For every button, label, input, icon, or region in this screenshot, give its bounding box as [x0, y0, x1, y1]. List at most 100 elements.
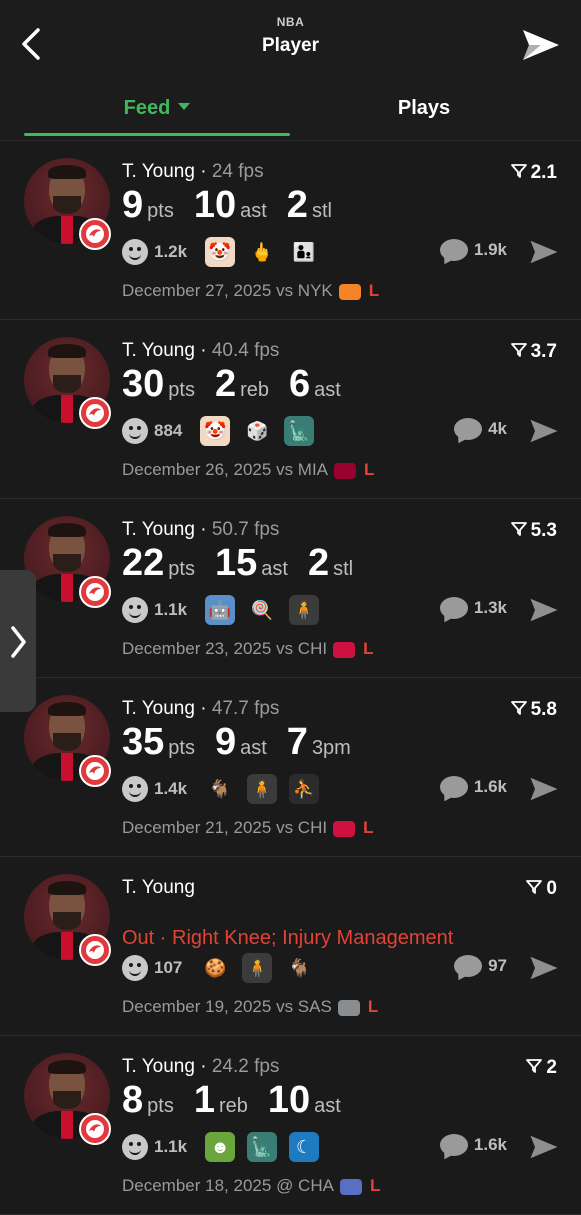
comment-icon — [454, 955, 483, 977]
stat-value: 2 — [214, 363, 237, 405]
comment-icon — [439, 239, 468, 261]
funnel-icon — [510, 701, 527, 715]
game-date: December 19, 2025 — [122, 997, 272, 1016]
player-name[interactable]: T. Young — [122, 519, 195, 540]
score-value: 5.8 — [530, 699, 557, 720]
score-badge: 2.1 — [510, 162, 557, 184]
funnel-icon — [510, 522, 527, 536]
shrek-emoji[interactable]: ☻ — [205, 1132, 236, 1162]
share-button[interactable] — [521, 28, 561, 62]
stat-line: 22 pts 15 ast 2 stl — [122, 542, 373, 585]
hawks-logo — [79, 397, 111, 429]
stat-label: ast — [314, 1095, 341, 1117]
funnel-icon — [510, 164, 527, 178]
tab-plays[interactable]: Plays — [291, 78, 557, 138]
side-drawer-handle[interactable] — [0, 570, 36, 712]
react-icon[interactable] — [122, 418, 148, 444]
stat-label: pts — [147, 200, 174, 222]
tab-active-indicator — [24, 133, 290, 136]
statue-of-liberty-emoji[interactable]: 🗽 — [247, 1132, 278, 1162]
player-line: T. Young · 24 fps — [122, 161, 264, 182]
cookie-emoji[interactable]: 🍪 — [200, 953, 230, 983]
feed-card[interactable]: T. Young · 24.2 fps 2 8 pts 1 reb 10 ast 1.1k… — [0, 1036, 581, 1215]
knicks-logo — [338, 283, 361, 300]
two-people-emoji[interactable]: 👨‍👦 — [289, 237, 319, 267]
clown-emoji[interactable]: 🤡 — [200, 416, 231, 446]
reaction-count: 1.2k — [154, 242, 188, 261]
react-icon[interactable] — [122, 239, 148, 265]
fps-value: 24.2 fps — [211, 1056, 280, 1077]
comments-button[interactable]: 97 — [454, 955, 507, 977]
matchup: vs CHI — [276, 818, 328, 837]
feed-card[interactable]: T. Young · 50.7 fps 5.3 22 pts 15 ast 2 stl 1… — [0, 499, 581, 678]
game-info: December 23, 2025 vs CHI L — [122, 639, 373, 659]
player-name[interactable]: T. Young — [122, 1056, 195, 1077]
share-post-button[interactable] — [529, 776, 559, 807]
dice-emoji[interactable]: 🎲 — [242, 416, 272, 446]
stat-label: ast — [240, 737, 267, 759]
robot-emoji[interactable]: 🤖 — [205, 595, 236, 625]
stat-value: 8 — [122, 1079, 144, 1121]
comments-button[interactable]: 4k — [454, 418, 507, 440]
paper-plane-icon — [530, 240, 558, 264]
reaction-count: 1.1k — [154, 600, 188, 619]
person-emoji[interactable]: 🧍 — [289, 595, 320, 625]
game-info: December 18, 2025 @ CHA L — [122, 1176, 380, 1196]
reaction-bar: 1.1k ☻ 🗽 ☾ — [122, 1132, 331, 1164]
share-post-button[interactable] — [529, 239, 559, 270]
stat-label: ast — [261, 558, 288, 580]
feed-card[interactable]: T. Young · 47.7 fps 5.8 35 pts 9 ast 7 3pm 1.… — [0, 678, 581, 857]
stat-label: ast — [240, 200, 267, 222]
fps-value: 40.4 fps — [211, 340, 280, 361]
share-post-button[interactable] — [529, 597, 559, 628]
player-emoji[interactable]: ⛹ — [289, 774, 320, 804]
player-name[interactable]: T. Young — [122, 698, 195, 719]
person-emoji[interactable]: 🧍 — [242, 953, 273, 983]
comments-button[interactable]: 1.9k — [439, 239, 507, 261]
stat-label: ast — [314, 379, 341, 401]
react-icon[interactable] — [122, 1134, 148, 1160]
player-name[interactable]: T. Young — [122, 161, 195, 182]
comments-button[interactable]: 1.6k — [439, 776, 507, 798]
comment-icon — [439, 597, 468, 619]
share-post-button[interactable] — [529, 955, 559, 986]
stat-label: pts — [168, 737, 195, 759]
clown-emoji[interactable]: 🤡 — [205, 237, 236, 267]
stat-label: reb — [218, 1095, 248, 1117]
stat-line: 9 pts 10 ast 2 stl — [122, 184, 352, 227]
game-date: December 27, 2025 — [122, 281, 272, 300]
feed-card[interactable]: T. Young · 24 fps 2.1 9 pts 10 ast 2 stl 1.2k… — [0, 141, 581, 320]
react-icon[interactable] — [122, 597, 148, 623]
player-line: T. Young · 24.2 fps — [122, 1056, 280, 1077]
comments-button[interactable]: 1.3k — [439, 597, 507, 619]
tab-feed[interactable]: Feed — [24, 78, 290, 138]
comment-icon — [454, 418, 483, 440]
goat-emoji[interactable]: 🐐 — [284, 953, 314, 983]
tab-bar: Feed Plays — [0, 78, 581, 141]
lollipop-emoji[interactable]: 🍭 — [247, 595, 277, 625]
react-icon[interactable] — [122, 955, 148, 981]
comments-button[interactable]: 1.6k — [439, 1134, 507, 1156]
stat-value: 30 — [122, 363, 165, 405]
score-badge: 0 — [526, 878, 557, 900]
reaction-bar: 1.4k 🐐 🧍 ⛹ — [122, 774, 331, 806]
feed-card[interactable]: T. Young 0 Out · Right Knee; Injury Mana… — [0, 857, 581, 1036]
react-icon[interactable] — [122, 776, 148, 802]
stat-line: 35 pts 9 ast 7 3pm — [122, 721, 371, 764]
player-name[interactable]: T. Young — [122, 340, 195, 361]
player-name[interactable]: T. Young — [122, 877, 195, 898]
injury-status: Out · Right Knee; Injury Management — [122, 927, 454, 949]
share-post-button[interactable] — [529, 418, 559, 449]
statue-of-liberty-emoji[interactable]: 🗽 — [284, 416, 315, 446]
feed-card[interactable]: T. Young · 40.4 fps 3.7 30 pts 2 reb 6 ast 88… — [0, 320, 581, 499]
goat-emoji[interactable]: 🐐 — [205, 774, 235, 804]
comment-count: 1.3k — [473, 598, 507, 617]
azerbaijan-flag-emoji[interactable]: ☾ — [289, 1132, 320, 1162]
reaction-count: 1.1k — [154, 1137, 188, 1156]
person-emoji[interactable]: 🧍 — [247, 774, 278, 804]
middle-finger-emoji[interactable]: 🖕 — [247, 237, 277, 267]
tab-feed-label: Feed — [123, 97, 171, 119]
share-post-button[interactable] — [529, 1134, 559, 1165]
spurs-logo — [337, 999, 360, 1016]
game-result: L — [363, 818, 374, 837]
